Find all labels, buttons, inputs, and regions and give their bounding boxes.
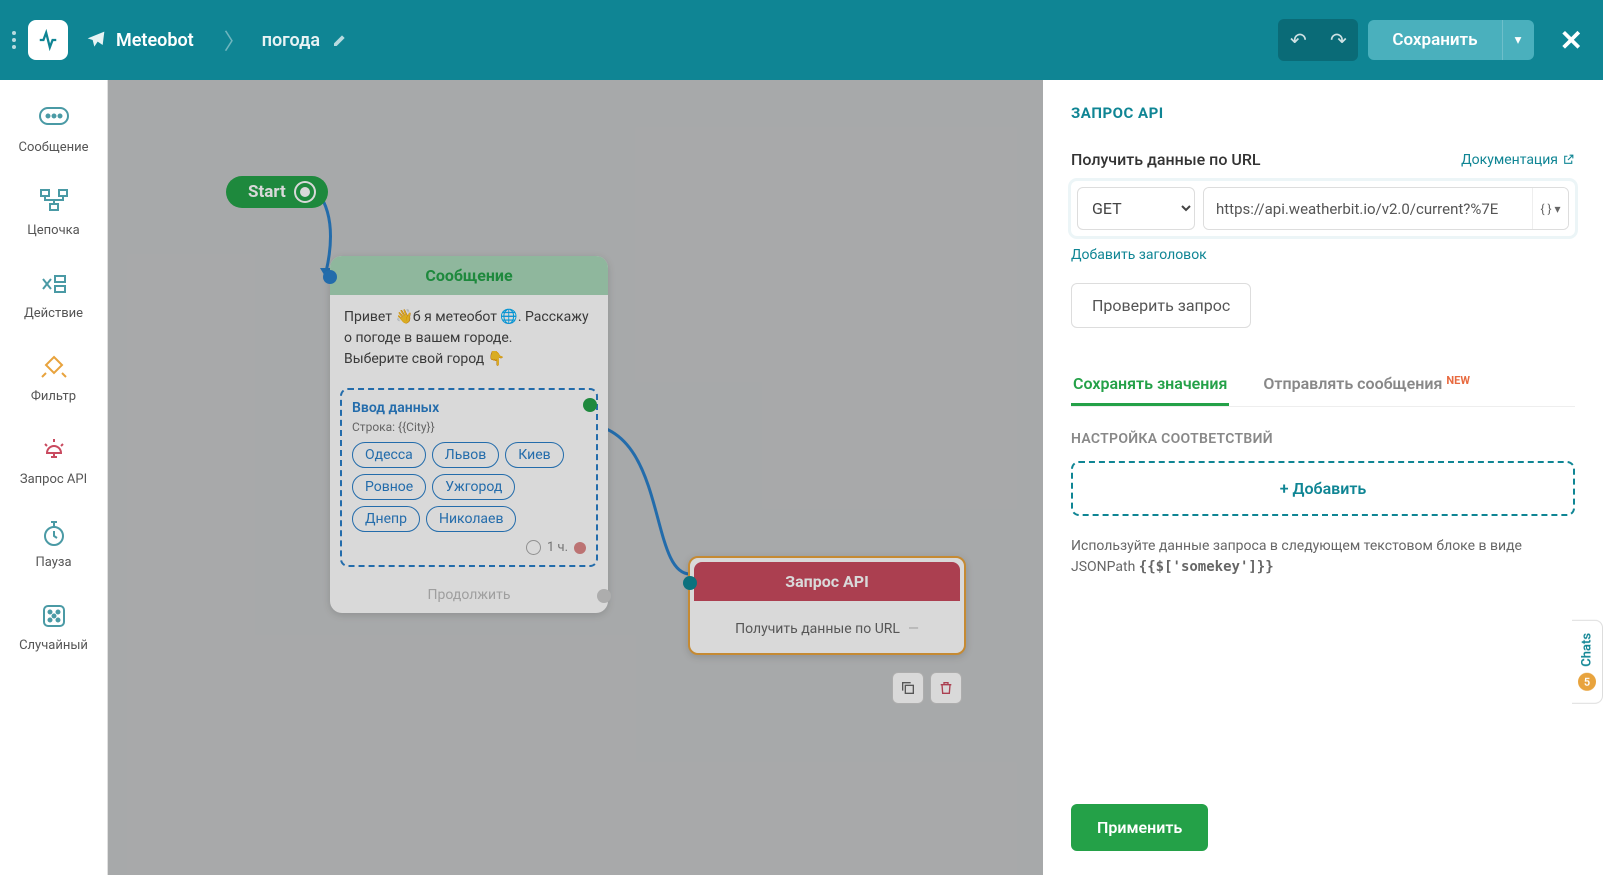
message-text: Привет 👋б я метеобот 🌐. Расскажу о погод… (330, 295, 608, 382)
save-button[interactable]: Сохранить (1368, 20, 1501, 60)
jsonpath-hint: Используйте данные запроса в следующем т… (1071, 536, 1575, 578)
bot-name[interactable]: Meteobot (116, 30, 194, 51)
save-group: Сохранить ▾ (1368, 20, 1533, 60)
panel-title: ЗАПРОС API (1071, 104, 1575, 122)
breadcrumb-separator: 〉 (224, 24, 246, 56)
panel-tabs: Сохранять значения Отправлять сообщения N… (1071, 364, 1575, 407)
chain-icon (38, 185, 70, 217)
breadcrumb-flow[interactable]: погода (262, 30, 320, 51)
blocks-sidebar: Сообщение Цепочка Действие Фильтр Запрос… (0, 80, 108, 875)
flow-canvas[interactable]: Start Сообщение Привет 👋б я метеобот 🌐. … (108, 80, 1043, 875)
continue-label: Продолжить (428, 587, 511, 603)
hint-code: {{$['somekey']}} (1139, 559, 1274, 575)
message-node-title: Сообщение (425, 266, 512, 285)
api-icon (38, 434, 70, 466)
sidebar-item-message[interactable]: Сообщение (4, 90, 103, 167)
url-field-label: Получить данные по URL (1071, 150, 1261, 169)
sidebar-item-label: Фильтр (31, 389, 76, 404)
url-row: GET { } ▾ (1071, 181, 1575, 236)
continue-port[interactable] (597, 589, 611, 603)
node-actions (892, 672, 962, 704)
chip[interactable]: Днепр (352, 506, 420, 532)
api-node-header: Запрос API (694, 562, 960, 601)
api-body-text: Получить данные по URL (735, 621, 900, 637)
properties-panel: ЗАПРОС API Получить данные по URL Докуме… (1043, 80, 1603, 875)
sidebar-item-label: Пауза (35, 555, 71, 570)
message-icon (38, 102, 70, 134)
message-node[interactable]: Сообщение Привет 👋б я метеобот 🌐. Расска… (330, 256, 608, 613)
documentation-link[interactable]: Документация (1461, 152, 1575, 168)
sidebar-item-label: Случайный (19, 638, 88, 653)
pause-icon (38, 517, 70, 549)
timer-row: 1 ч. (352, 540, 586, 555)
api-node-title: Запрос API (785, 572, 869, 591)
mapping-section-label: НАСТРОЙКА СООТВЕТСТВИЙ (1071, 431, 1575, 447)
external-link-icon (1562, 153, 1575, 166)
input-block[interactable]: Ввод данных Строка: {{City}} Одесса Льво… (340, 388, 598, 567)
tab-save-values[interactable]: Сохранять значения (1071, 364, 1229, 406)
timer-port[interactable] (574, 542, 586, 554)
add-mapping-button[interactable]: + Добавить (1071, 461, 1575, 516)
chip[interactable]: Ужгород (432, 474, 515, 500)
message-node-header: Сообщение (330, 256, 608, 295)
tab-label: Отправлять сообщения (1263, 374, 1442, 393)
http-method-select[interactable]: GET (1077, 187, 1195, 230)
timer-value: 1 ч. (547, 540, 568, 555)
edit-icon[interactable] (332, 32, 348, 48)
input-out-port[interactable] (583, 398, 597, 412)
start-label: Start (248, 182, 286, 202)
start-node[interactable]: Start (226, 176, 328, 208)
url-input[interactable] (1204, 188, 1532, 229)
sidebar-item-label: Цепочка (27, 223, 80, 238)
sidebar-item-random[interactable]: Случайный (4, 588, 103, 665)
chats-label: Chats (1580, 633, 1595, 667)
sidebar-item-action[interactable]: Действие (4, 256, 103, 333)
api-node[interactable]: Запрос API Получить данные по URL— (688, 556, 966, 655)
sidebar-item-label: Запрос API (20, 472, 87, 487)
chats-tab[interactable]: 5 Chats (1572, 620, 1603, 704)
node-in-port[interactable] (683, 576, 697, 590)
chip[interactable]: Ровное (352, 474, 426, 500)
sidebar-item-api[interactable]: Запрос API (4, 422, 103, 499)
test-request-button[interactable]: Проверить запрос (1071, 283, 1251, 328)
telegram-icon (86, 30, 106, 50)
sidebar-item-pause[interactable]: Пауза (4, 505, 103, 582)
clock-icon (526, 540, 541, 555)
chats-count: 5 (1578, 673, 1596, 691)
delete-node-button[interactable] (930, 672, 962, 704)
chip[interactable]: Львов (432, 442, 500, 468)
undo-button[interactable]: ↶ (1278, 19, 1318, 61)
add-header-link[interactable]: Добавить заголовок (1071, 247, 1207, 263)
chip-list: Одесса Львов Киев Ровное Ужгород Днепр Н… (352, 442, 586, 532)
tab-send-messages[interactable]: Отправлять сообщения NEW (1261, 364, 1472, 406)
api-node-body: Получить данные по URL— (690, 605, 964, 653)
node-in-port[interactable] (323, 270, 337, 284)
menu-dots-icon[interactable] (12, 31, 20, 49)
chip[interactable]: Одесса (352, 442, 426, 468)
filter-icon (38, 351, 70, 383)
continue-row[interactable]: Продолжить (330, 577, 608, 613)
chip[interactable]: Николаев (426, 506, 517, 532)
sidebar-item-label: Сообщение (19, 140, 89, 155)
apply-button[interactable]: Применить (1071, 804, 1208, 851)
variables-button[interactable]: { } ▾ (1532, 188, 1568, 229)
random-icon (38, 600, 70, 632)
sidebar-item-label: Действие (24, 306, 83, 321)
action-icon (38, 268, 70, 300)
top-bar: Meteobot 〉 погода ↶ ↷ Сохранить ▾ ✕ (0, 0, 1603, 80)
save-dropdown[interactable]: ▾ (1502, 20, 1534, 60)
app-logo[interactable] (28, 20, 68, 60)
close-icon[interactable]: ✕ (1560, 24, 1583, 57)
doc-link-text: Документация (1461, 152, 1558, 168)
new-badge: NEW (1446, 374, 1470, 387)
sidebar-item-chain[interactable]: Цепочка (4, 173, 103, 250)
input-variable: Строка: {{City}} (352, 420, 586, 434)
redo-button[interactable]: ↷ (1318, 19, 1358, 61)
input-title: Ввод данных (352, 400, 586, 416)
copy-node-button[interactable] (892, 672, 924, 704)
chip[interactable]: Киев (505, 442, 563, 468)
start-out-port[interactable] (296, 183, 314, 201)
undo-redo-group: ↶ ↷ (1278, 19, 1358, 61)
sidebar-item-filter[interactable]: Фильтр (4, 339, 103, 416)
